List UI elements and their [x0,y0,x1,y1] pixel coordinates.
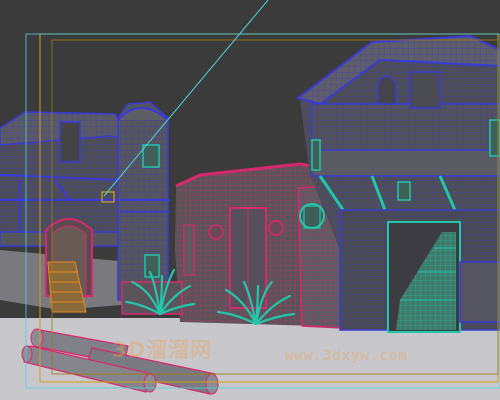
viewport-scene [0,0,500,400]
3d-viewport[interactable]: 3D溜溜网 www.3dxyw.com [0,0,500,400]
